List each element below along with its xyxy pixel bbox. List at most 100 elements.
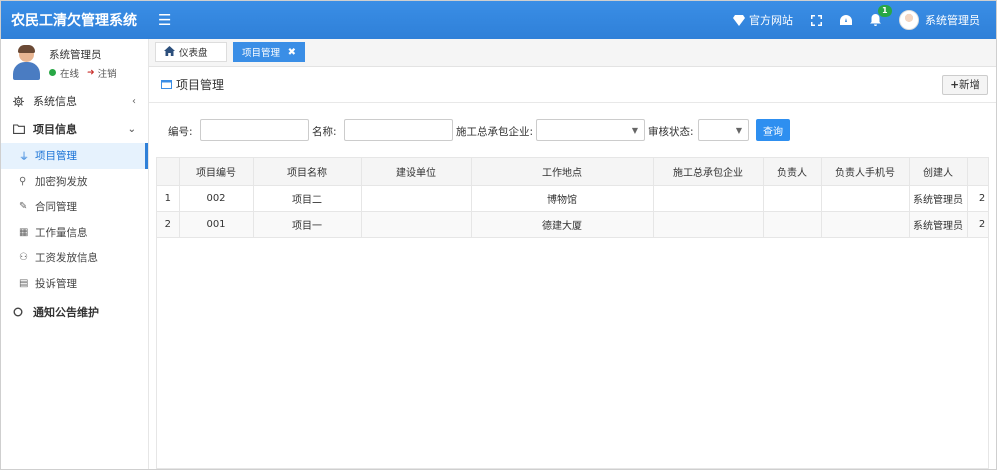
logout-icon[interactable]: ➜ <box>87 68 95 78</box>
code-input[interactable] <box>200 119 309 141</box>
chevron-left-icon: ‹ <box>132 95 136 107</box>
notification-badge: 1 <box>878 5 892 17</box>
table-cell: 001 <box>179 211 254 238</box>
sidebar-group-system-info[interactable]: 系统信息 ‹ <box>1 87 148 115</box>
table-row[interactable]: 1 002 项目二 博物馆 系统管理员 2 <box>157 185 988 212</box>
sidebar-item-label: 工作量信息 <box>35 226 88 239</box>
close-icon[interactable]: ✖ <box>288 47 296 58</box>
table-cell: 002 <box>179 185 254 212</box>
app-title: 农民工清欠管理系统 <box>11 13 137 29</box>
sidebar-item-contract-management[interactable]: ✎ 合同管理 <box>1 194 148 220</box>
top-right-actions: 官方网站 1 系统管理员 <box>715 1 996 39</box>
table-cell <box>821 185 910 212</box>
search-form: 编号: 名称: 施工总承包企业: ▼ 审核状态: ▼ 查询 <box>149 119 996 143</box>
sidebar-item-project-management[interactable]: ⏚ 项目管理 <box>1 143 148 169</box>
table-cell <box>821 211 910 238</box>
sidebar-item-label: 加密狗发放 <box>35 175 88 188</box>
key-icon: ⚲ <box>19 175 27 187</box>
tab-dashboard[interactable]: 仪表盘 <box>155 42 227 62</box>
sidebar-group-notice-maintenance[interactable]: 通知公告维护 <box>1 298 148 326</box>
table-cell: 2 <box>967 211 988 238</box>
table-cell: 项目二 <box>253 185 362 212</box>
user-avatar-icon <box>11 45 41 81</box>
table-cell: 2 <box>967 185 988 212</box>
expand-icon <box>811 14 822 26</box>
code-label: 编号: <box>168 126 193 138</box>
home-icon <box>164 45 175 59</box>
table-cell <box>653 185 764 212</box>
table-cell: 博物馆 <box>471 185 654 212</box>
panel-icon <box>161 80 172 89</box>
sidebar-item-complaint-management[interactable]: ▤ 投诉管理 <box>1 271 148 297</box>
column-header <box>157 158 180 186</box>
folder-icon <box>13 124 29 134</box>
column-header[interactable]: 负责人手机号 <box>821 158 910 186</box>
sidebar-item-workload-info[interactable]: ▦ 工作量信息 <box>1 220 148 246</box>
dashboard-gauge-button[interactable] <box>840 15 852 25</box>
gauge-icon <box>840 15 852 25</box>
app-window: 农民工清欠管理系统 ☰ 官方网站 1 系统管理员 系统管理员 在线 ➜ 注销 系… <box>0 0 997 470</box>
message-icon: ▤ <box>19 277 29 289</box>
table-row[interactable]: 2 001 项目一 德建大厦 系统管理员 2 <box>157 211 988 238</box>
column-header[interactable]: 负责人 <box>763 158 822 186</box>
tab-label: 项目管理 <box>242 48 281 59</box>
column-header[interactable]: 施工总承包企业 <box>653 158 764 186</box>
panel-header: 项目管理 + 新增 <box>149 67 996 103</box>
add-button[interactable]: + 新增 <box>942 74 988 95</box>
sidebar-item-wage-payment-info[interactable]: ⚇ 工资发放信息 <box>1 245 148 271</box>
add-button-label: 新增 <box>959 79 980 91</box>
column-header[interactable]: 工作地点 <box>471 158 654 186</box>
page-title: 项目管理 <box>176 78 225 92</box>
column-header[interactable]: 项目编号 <box>179 158 254 186</box>
caret-down-icon: ▼ <box>735 126 742 135</box>
query-button[interactable]: 查询 <box>756 119 790 141</box>
sidebar-item-label: 项目管理 <box>35 150 77 163</box>
tab-project-management[interactable]: 项目管理 ✖ <box>233 42 305 62</box>
gear-icon <box>13 95 29 107</box>
column-header[interactable]: 建设单位 <box>361 158 472 186</box>
menu-toggle-icon[interactable]: ☰ <box>158 11 171 29</box>
column-header <box>967 158 988 186</box>
sidebar-group-label: 通知公告维护 <box>33 306 99 319</box>
table-cell: 系统管理员 <box>909 211 968 238</box>
sidebar-item-label: 投诉管理 <box>35 277 77 290</box>
status-select[interactable]: ▼ <box>698 119 749 141</box>
column-header[interactable]: 创建人 <box>909 158 968 186</box>
sidebar-item-dongle-distribution[interactable]: ⚲ 加密狗发放 <box>1 169 148 195</box>
logout-link[interactable]: 注销 <box>98 66 117 80</box>
column-header[interactable]: 项目名称 <box>253 158 362 186</box>
fullscreen-button[interactable] <box>811 14 822 26</box>
official-site-label: 官方网站 <box>749 14 793 27</box>
bell-icon <box>870 14 881 26</box>
contractor-label: 施工总承包企业: <box>456 126 534 138</box>
table-cell: 1 <box>157 185 180 212</box>
name-input[interactable] <box>344 119 453 141</box>
sidebar-group-label: 系统信息 <box>33 95 77 108</box>
plus-icon: + <box>950 78 959 91</box>
top-navbar: 农民工清欠管理系统 ☰ 官方网站 1 系统管理员 <box>1 1 996 39</box>
table-cell <box>653 211 764 238</box>
users-icon: ⚇ <box>19 252 28 264</box>
user-menu[interactable]: 系统管理员 <box>899 10 980 30</box>
caret-down-icon: ▼ <box>631 126 638 135</box>
table-header-row: 项目编号 项目名称 建设单位 工作地点 施工总承包企业 负责人 负责人手机号 创… <box>157 158 988 186</box>
table-cell: 德建大厦 <box>471 211 654 238</box>
table-cell: 项目一 <box>253 211 362 238</box>
top-user-name: 系统管理员 <box>925 14 980 27</box>
sidebar-group-project-info[interactable]: 项目信息 ⌄ <box>1 115 148 143</box>
grid-icon: ▦ <box>19 226 29 238</box>
sidebar: 系统管理员 在线 ➜ 注销 系统信息 ‹ 项目信息 ⌄ ⏚ 项目管理 ⚲ 加密狗… <box>1 39 149 469</box>
tab-bar: 仪表盘 项目管理 ✖ <box>149 39 996 67</box>
table-cell: 2 <box>157 211 180 238</box>
user-panel: 系统管理员 在线 ➜ 注销 <box>1 39 148 87</box>
online-status-label: 在线 <box>60 68 80 80</box>
chevron-down-icon: ⌄ <box>127 123 136 135</box>
avatar <box>899 10 919 30</box>
contractor-select[interactable]: ▼ <box>536 119 645 141</box>
status-label: 审核状态: <box>648 126 694 138</box>
official-site-link[interactable]: 官方网站 <box>733 12 793 28</box>
diamond-icon <box>733 14 745 26</box>
sidebar-user-name: 系统管理员 <box>49 48 102 61</box>
notification-button[interactable]: 1 <box>870 5 892 26</box>
table-cell: 系统管理员 <box>909 185 968 212</box>
